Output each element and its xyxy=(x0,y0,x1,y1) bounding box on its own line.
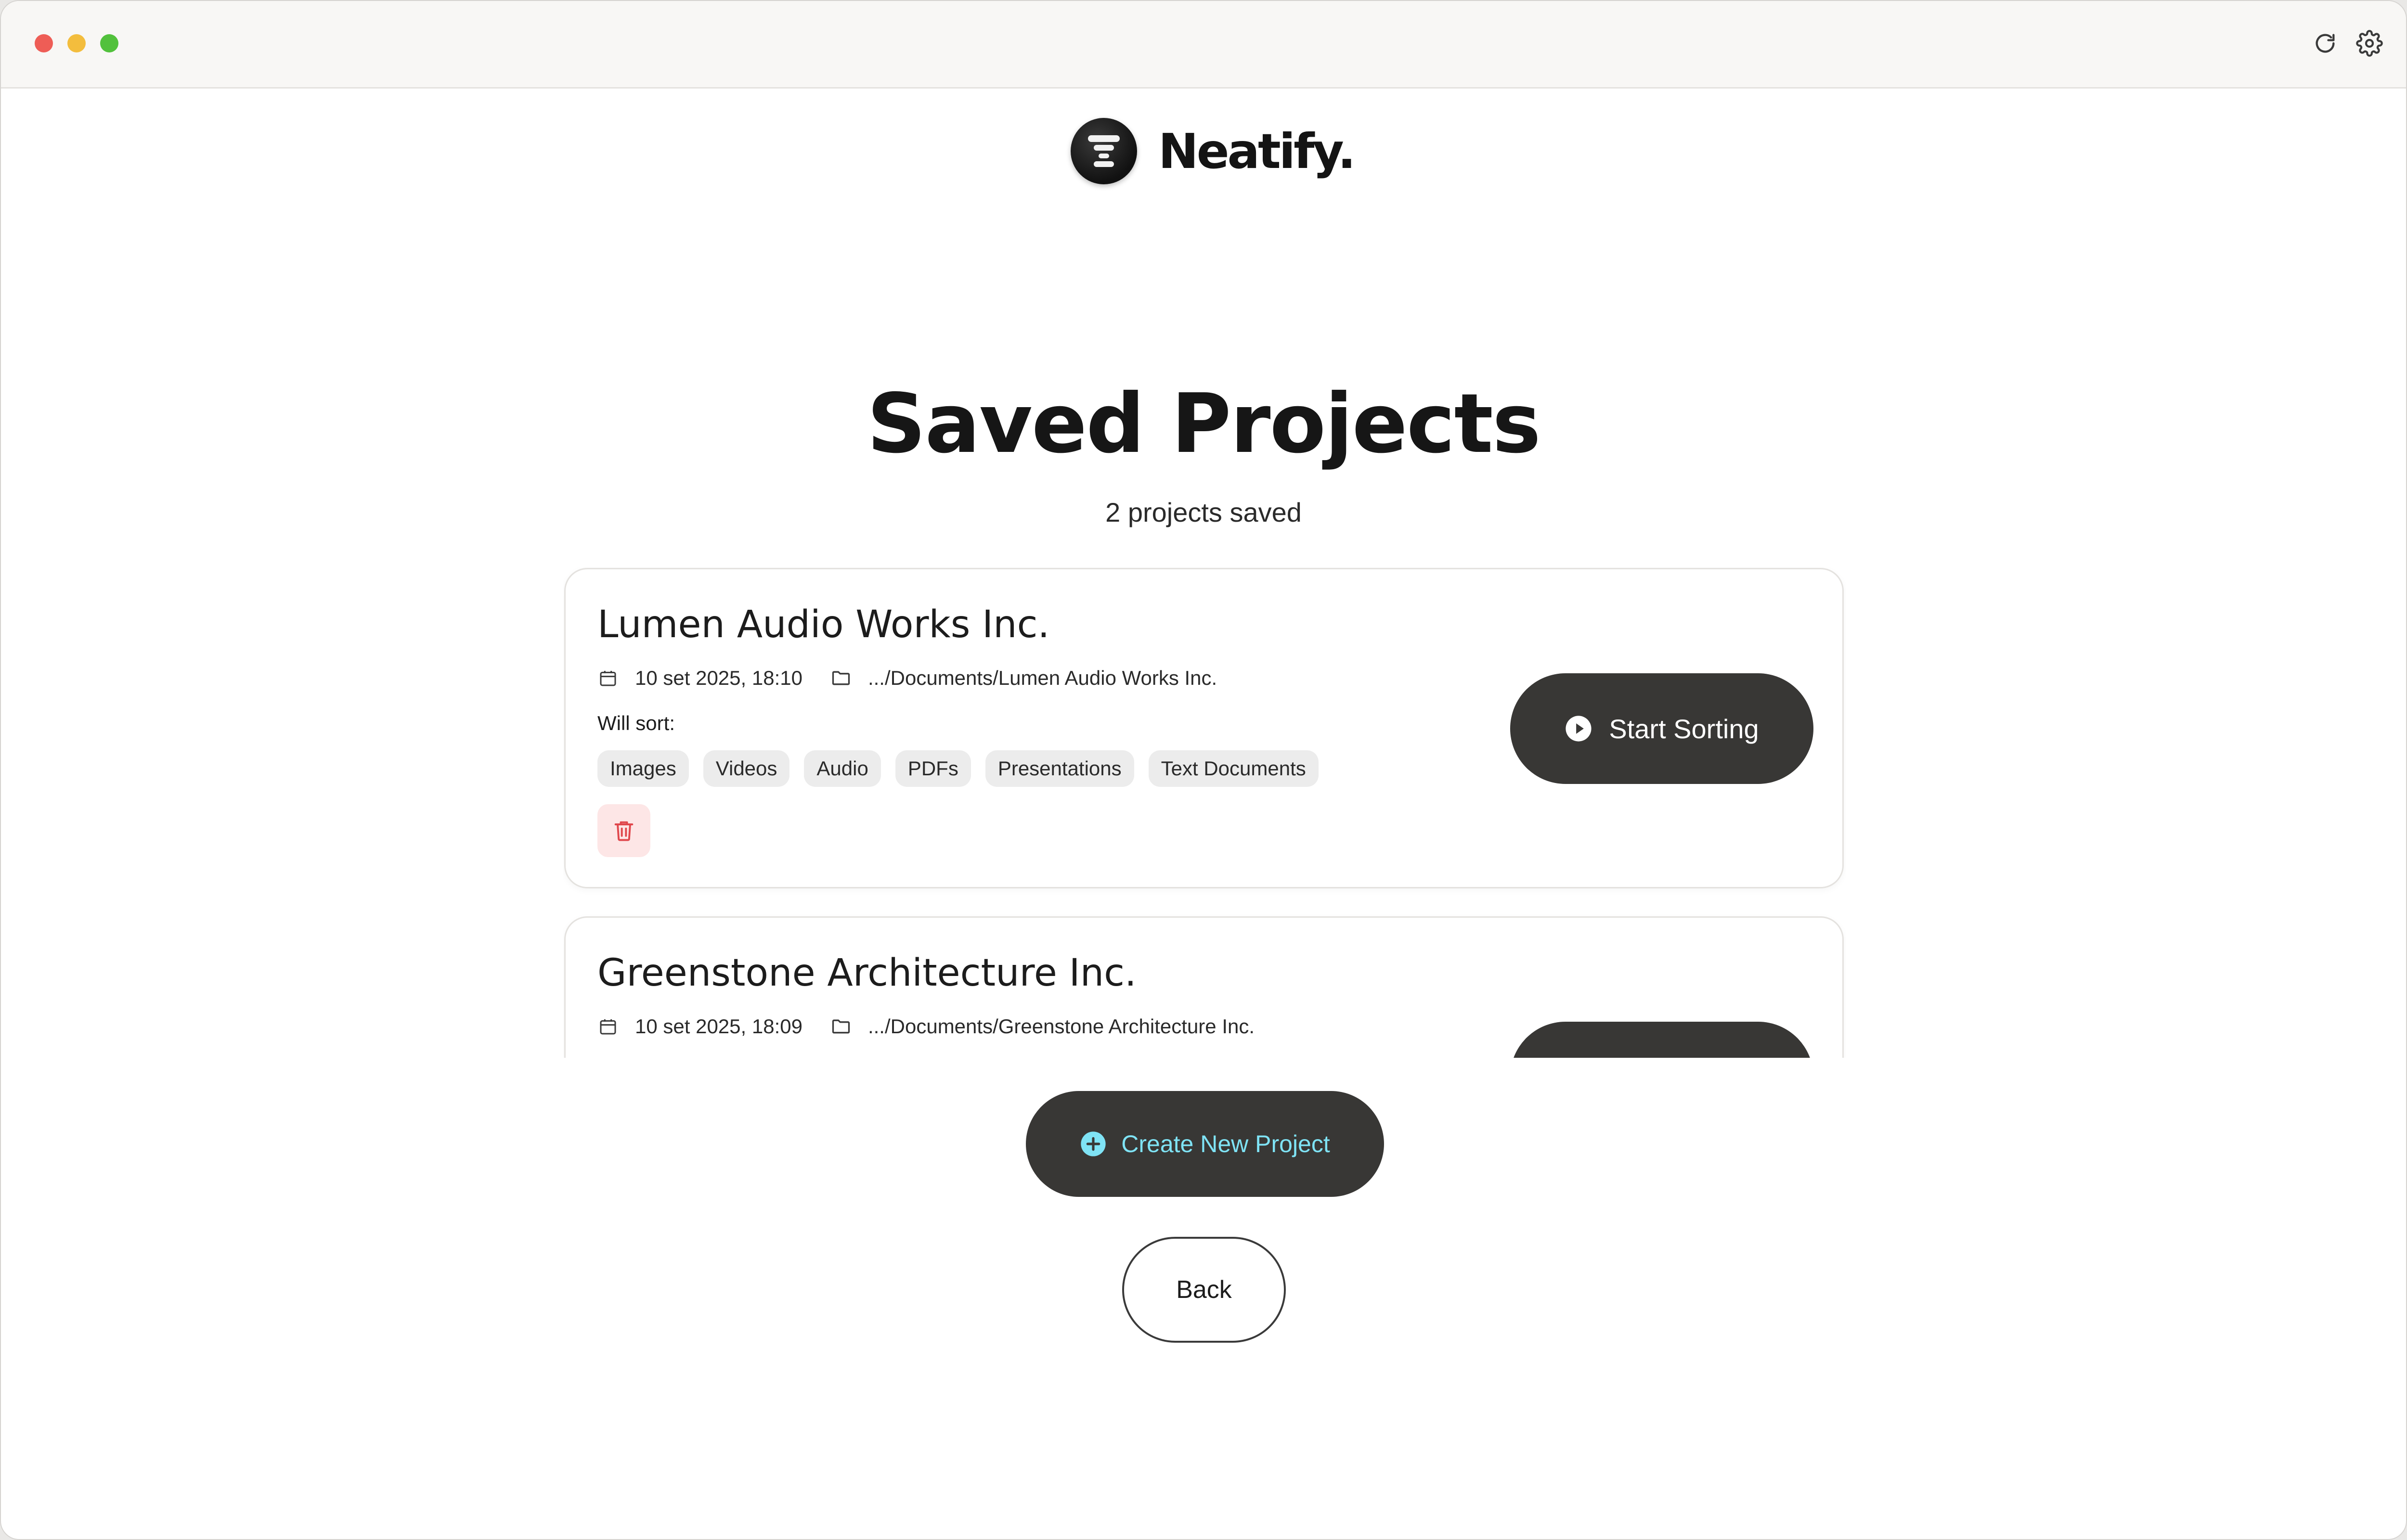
plus-circle-icon xyxy=(1080,1130,1107,1157)
brand-logo: Neatify. xyxy=(1071,117,1356,185)
project-card: Lumen Audio Works Inc. 10 set 2025, 18:1… xyxy=(564,568,1844,888)
delete-project-button[interactable] xyxy=(597,804,650,857)
category-chip: Videos xyxy=(703,750,790,787)
project-count: 2 projects saved xyxy=(1105,497,1302,527)
project-path: .../Documents/Lumen Audio Works Inc. xyxy=(867,667,1217,689)
projects-list[interactable]: Lumen Audio Works Inc. 10 set 2025, 18:1… xyxy=(563,567,1846,1058)
window-zoom-button[interactable] xyxy=(100,34,118,52)
category-chips: Images Videos Audio PDFs Presentations T… xyxy=(597,750,1333,787)
refresh-icon[interactable] xyxy=(2312,30,2339,57)
folder-icon xyxy=(830,667,852,689)
project-date: 10 set 2025, 18:10 xyxy=(635,667,802,689)
back-button[interactable]: Back xyxy=(1122,1237,1286,1343)
window-minimize-button[interactable] xyxy=(67,34,86,52)
calendar-icon xyxy=(597,667,619,689)
gear-icon[interactable] xyxy=(2356,30,2383,57)
calendar-icon xyxy=(597,1016,619,1037)
project-card: Greenstone Architecture Inc. 10 set 2025… xyxy=(564,916,1844,1058)
project-name: Lumen Audio Works Inc. xyxy=(597,603,1050,646)
app-window: Neatify. Saved Projects 2 projects saved… xyxy=(0,0,2407,1540)
project-meta: 10 set 2025, 18:10 .../Documents/Lumen A… xyxy=(597,667,1217,690)
start-sorting-label: Start Sorting xyxy=(1609,713,1759,744)
start-sorting-button[interactable]: Start Sorting xyxy=(1510,673,1813,784)
window-close-button[interactable] xyxy=(35,34,53,52)
project-date: 10 set 2025, 18:09 xyxy=(635,1015,802,1038)
play-icon xyxy=(1565,715,1592,743)
category-chip: Audio xyxy=(804,750,881,787)
create-project-label: Create New Project xyxy=(1121,1130,1330,1157)
folder-icon xyxy=(830,1016,852,1037)
create-project-button[interactable]: Create New Project xyxy=(1026,1091,1384,1197)
project-path: .../Documents/Greenstone Architecture In… xyxy=(867,1015,1255,1038)
project-name: Greenstone Architecture Inc. xyxy=(597,951,1137,995)
category-chip: Images xyxy=(597,750,689,787)
category-chip: Presentations xyxy=(985,750,1134,787)
start-sorting-button[interactable] xyxy=(1510,1022,1813,1058)
stacked-bars-logo-icon xyxy=(1071,118,1137,184)
project-meta: 10 set 2025, 18:09 .../Documents/Greenst… xyxy=(597,1015,1255,1038)
category-chip: PDFs xyxy=(895,750,971,787)
trash-icon xyxy=(614,821,634,841)
will-sort-label: Will sort: xyxy=(597,712,675,734)
category-chip: Text Documents xyxy=(1148,750,1319,787)
page-title: Saved Projects xyxy=(867,376,1541,472)
brand-name: Neatify. xyxy=(1158,123,1356,180)
title-bar xyxy=(1,1,2406,89)
